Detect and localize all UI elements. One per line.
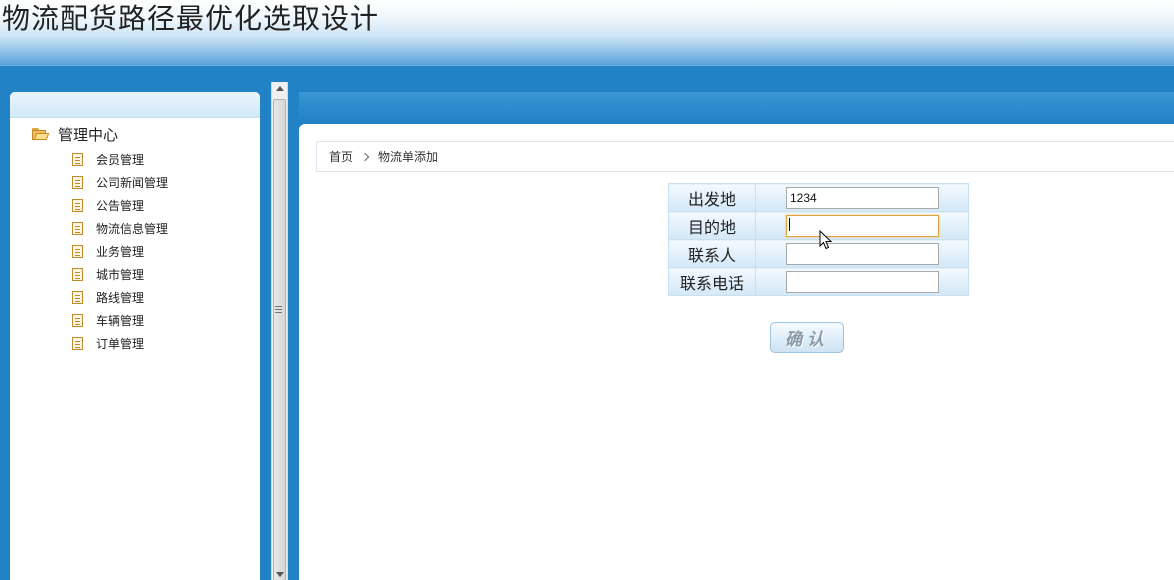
scroll-up-arrow-icon[interactable]: [276, 86, 284, 91]
contact-input[interactable]: [786, 242, 939, 265]
phone-label: 联系电话: [668, 267, 756, 296]
frame-scrollbar[interactable]: [271, 82, 288, 580]
document-icon: [72, 337, 83, 350]
breadcrumb-home-link[interactable]: 首页: [329, 148, 353, 165]
sidebar-item-label: 公告管理: [96, 199, 145, 213]
sidebar-item-business[interactable]: 业务管理: [32, 240, 168, 263]
sidebar-item-label: 城市管理: [96, 268, 145, 282]
contact-label: 联系人: [668, 239, 756, 268]
destination-label: 目的地: [668, 211, 756, 240]
document-icon: [72, 222, 83, 235]
document-icon: [72, 314, 83, 327]
sidebar-item-label: 业务管理: [96, 245, 145, 259]
text-caret: [789, 218, 790, 231]
scroll-down-arrow-icon[interactable]: [276, 572, 284, 577]
breadcrumb: 首页 物流单添加: [316, 141, 1174, 172]
sidebar-item-logistics-info[interactable]: 物流信息管理: [32, 217, 168, 240]
origin-input[interactable]: [786, 186, 939, 209]
folder-open-icon: [32, 128, 50, 140]
sidebar-item-company-news[interactable]: 公司新闻管理: [32, 171, 168, 194]
form-row-origin: 出发地: [668, 183, 969, 212]
form-row-phone: 联系电话: [668, 267, 969, 296]
sidebar-item-label: 车辆管理: [96, 314, 145, 328]
document-icon: [72, 153, 83, 166]
document-icon: [72, 291, 83, 304]
main-top-bar: [299, 92, 1174, 126]
tree-root-management-center[interactable]: 管理中心: [32, 124, 168, 144]
breadcrumb-current: 物流单添加: [378, 150, 439, 164]
sidebar-item-label: 物流信息管理: [96, 222, 169, 236]
sidebar-item-city[interactable]: 城市管理: [32, 263, 168, 286]
origin-label: 出发地: [668, 183, 756, 212]
chevron-right-icon: [360, 152, 370, 161]
document-icon: [72, 268, 83, 281]
tree-root-label: 管理中心: [58, 125, 119, 144]
sidebar-item-label: 公司新闻管理: [96, 176, 169, 190]
document-icon: [72, 245, 83, 258]
document-icon: [72, 176, 83, 189]
sidebar-item-member[interactable]: 会员管理: [32, 148, 168, 171]
phone-input[interactable]: [786, 270, 939, 293]
main-content: 首页 物流单添加 出发地 目的地 联系人 联系电话 确认: [299, 124, 1174, 580]
sidebar-item-label: 订单管理: [96, 337, 145, 351]
sidebar-item-order[interactable]: 订单管理: [32, 332, 168, 355]
sidebar-item-vehicle[interactable]: 车辆管理: [32, 309, 168, 332]
sidebar-item-label: 会员管理: [96, 153, 145, 167]
sidebar: 管理中心 会员管理 公司新闻管理 公告管理 物流信息管理 业务管理 城市管理 路…: [10, 92, 260, 580]
nav-tree: 管理中心 会员管理 公司新闻管理 公告管理 物流信息管理 业务管理 城市管理 路…: [32, 124, 168, 355]
sidebar-item-route[interactable]: 路线管理: [32, 286, 168, 309]
app-header: 物流配货路径最优化选取设计: [0, 0, 1174, 66]
mouse-pointer-icon: [819, 230, 833, 250]
destination-input[interactable]: [786, 214, 939, 237]
sidebar-header: [10, 92, 260, 118]
document-icon: [72, 199, 83, 212]
sidebar-item-label: 路线管理: [96, 291, 145, 305]
app-title: 物流配货路径最优化选取设计: [2, 2, 380, 35]
sidebar-item-announcement[interactable]: 公告管理: [32, 194, 168, 217]
scrollbar-thumb[interactable]: [273, 99, 286, 580]
confirm-button[interactable]: 确认: [770, 322, 844, 353]
grip-icon: [275, 306, 282, 315]
